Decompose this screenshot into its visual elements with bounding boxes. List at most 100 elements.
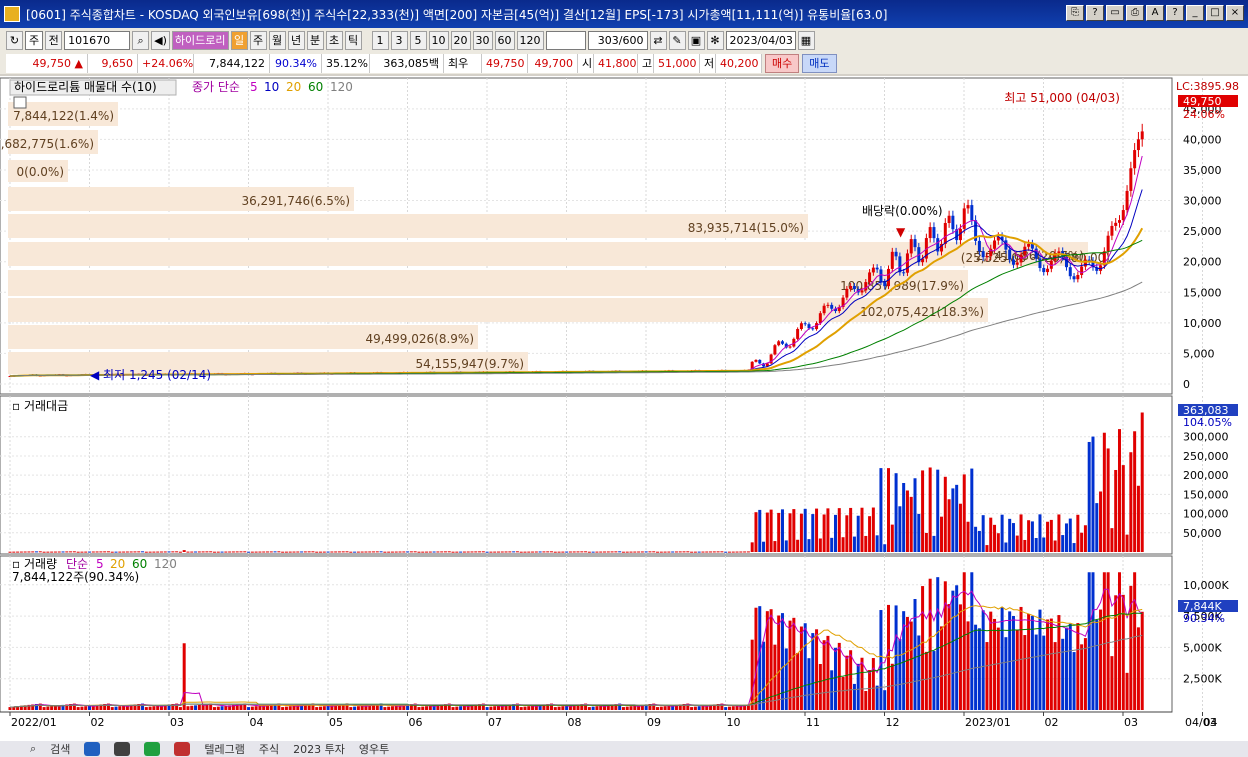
period-day[interactable]: 일 — [230, 30, 248, 50]
period-second[interactable]: 초 — [325, 30, 343, 50]
help-icon[interactable]: ? — [1086, 5, 1104, 21]
amount-bar — [845, 515, 849, 552]
font-icon[interactable]: A — [1146, 5, 1164, 21]
amount-bar — [133, 551, 137, 553]
candle-body — [1011, 259, 1015, 265]
amount-bar — [890, 524, 894, 552]
amount-bar — [553, 551, 557, 553]
search-icon[interactable]: ⌕ — [30, 742, 36, 756]
amount-bar — [118, 551, 122, 553]
stock-code-input[interactable]: 101670 — [64, 30, 131, 50]
candle-body — [1046, 268, 1050, 273]
question-icon[interactable]: ? — [1166, 5, 1184, 21]
interval-120[interactable]: 120 — [516, 30, 544, 50]
date-input[interactable]: 2023/04/03 — [725, 30, 796, 50]
volume-bar — [1061, 638, 1065, 710]
period-month[interactable]: 월 — [268, 30, 286, 50]
period-week[interactable]: 주 — [249, 30, 267, 50]
amount-bar — [216, 551, 220, 553]
volume-bar — [1114, 595, 1118, 710]
swap-icon[interactable]: ⇄ — [649, 30, 667, 50]
settings-icon[interactable]: ✻ — [706, 30, 724, 50]
minimize-button[interactable]: _ — [1186, 5, 1204, 21]
market-select[interactable]: 주 — [25, 30, 44, 50]
taskbar-item[interactable]: 영우투 — [359, 741, 389, 757]
amount-bar — [981, 515, 985, 552]
price-change: 9,650 — [88, 53, 138, 73]
volume-bar — [319, 706, 323, 710]
amount-bar — [542, 551, 546, 553]
amount-bar — [326, 551, 330, 553]
amount-bar — [591, 551, 595, 553]
app-icon[interactable] — [84, 742, 101, 756]
count-field[interactable]: 303/600 — [587, 30, 648, 50]
chart-area[interactable]: 2022/01 02 03 04 05 06 07 08 09 10 11 12 2023/01 02 03… — [0, 76, 1248, 746]
stock-name-field[interactable]: 하이드로리 — [171, 30, 229, 50]
ma-legend-item: 20 — [286, 80, 301, 94]
candle-body — [977, 240, 981, 252]
y-tick-label: 5,000K — [1183, 641, 1222, 654]
window-icon[interactable]: ▭ — [1106, 5, 1124, 21]
amount-bar — [883, 544, 887, 552]
interval-1[interactable]: 1 — [371, 30, 389, 50]
calendar-icon[interactable]: ▦ — [797, 30, 815, 50]
amount-bar — [402, 551, 406, 553]
close-button[interactable]: × — [1226, 5, 1244, 21]
volume-bar — [811, 633, 815, 710]
print-icon[interactable]: ⎙ — [1126, 5, 1144, 21]
tools-icon[interactable]: ✎ — [668, 30, 686, 50]
amount-bar — [330, 551, 334, 553]
amount-bar — [159, 551, 163, 553]
scope-button[interactable]: 전 — [45, 30, 63, 50]
taskbar-item[interactable]: 텔레그램 — [204, 741, 244, 757]
candle-body — [811, 328, 815, 330]
interval-60[interactable]: 60 — [494, 30, 515, 50]
volume-ratio: 90.34% — [270, 53, 322, 73]
maximize-button[interactable]: □ — [1206, 5, 1224, 21]
amount-bar — [61, 551, 65, 553]
speaker-icon[interactable]: ◀) — [151, 30, 170, 50]
interval-20[interactable]: 20 — [450, 30, 471, 50]
interval-10[interactable]: 10 — [428, 30, 449, 50]
volume-bar — [769, 609, 773, 710]
stock-chart-svg[interactable]: 2022/01 02 03 04 05 06 07 08 09 10 11 12 2023/01 02 03… — [0, 76, 1248, 741]
amount-bar — [621, 551, 625, 553]
buy-button[interactable]: 매수 — [765, 53, 800, 73]
app-icon[interactable] — [144, 742, 161, 756]
interval-custom-input[interactable] — [545, 30, 586, 50]
taskbar-search[interactable]: 검색 — [50, 741, 70, 757]
amount-bar — [110, 551, 114, 553]
volume-bar — [1140, 611, 1144, 710]
volume-profile-label: 0(0.0%) — [17, 165, 64, 179]
app-icon[interactable] — [114, 742, 131, 756]
period-year[interactable]: 년 — [287, 30, 305, 50]
refresh-icon[interactable]: ↻ — [6, 30, 23, 50]
search-icon[interactable]: ⌕ — [132, 30, 150, 50]
volume-bar — [1027, 614, 1031, 710]
open-label: 시 — [578, 53, 594, 73]
save-icon[interactable]: ▣ — [687, 30, 705, 50]
amount-bar — [281, 551, 285, 553]
period-tick[interactable]: 틱 — [344, 30, 362, 50]
amount-bar — [549, 551, 553, 553]
link-icon[interactable]: ⎘ — [1066, 5, 1084, 21]
volume-bar — [1125, 672, 1129, 710]
period-minute[interactable]: 분 — [306, 30, 324, 50]
interval-3[interactable]: 3 — [390, 30, 408, 50]
app-icon[interactable] — [174, 742, 191, 756]
amount-bar — [1129, 452, 1133, 552]
volume-pct-label: 90.34% — [1183, 612, 1225, 625]
amount-bar — [1102, 432, 1106, 552]
sell-button[interactable]: 매도 — [802, 53, 837, 73]
taskbar-item[interactable]: 주식 — [259, 741, 279, 757]
taskbar-item[interactable]: 2023 투자 — [293, 741, 345, 757]
volume-bar — [750, 639, 754, 710]
amount-bar — [724, 551, 728, 553]
volume-bar — [220, 706, 224, 710]
volume-bar — [84, 706, 88, 710]
amount-bar — [284, 551, 288, 553]
interval-30[interactable]: 30 — [472, 30, 493, 50]
volume-value-label: 7,844,122주(90.34%) — [12, 570, 139, 584]
interval-5[interactable]: 5 — [409, 30, 427, 50]
volume-bar — [803, 623, 807, 710]
